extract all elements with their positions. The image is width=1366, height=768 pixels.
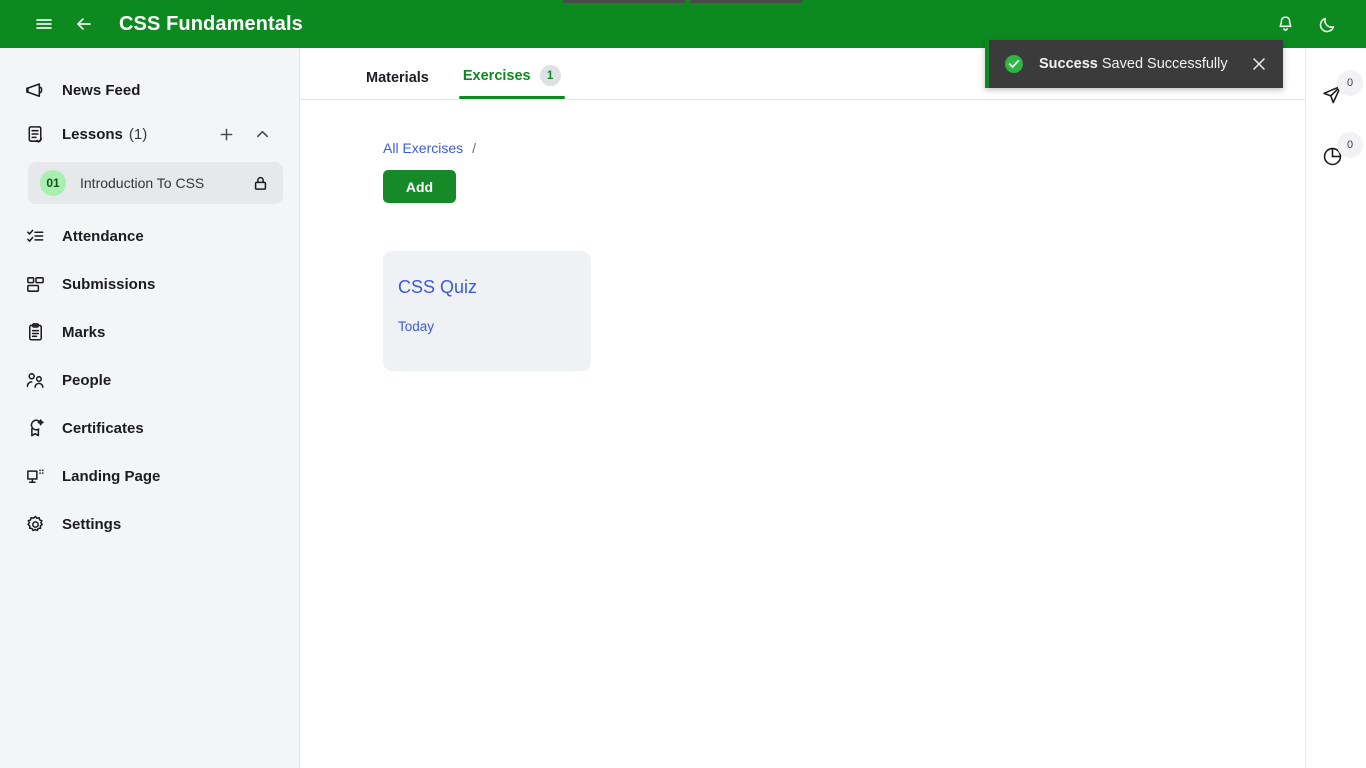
chevron-up-icon[interactable] bbox=[253, 125, 271, 143]
sidebar-item-label: Submissions bbox=[62, 276, 155, 293]
sidebar-item-label: Settings bbox=[62, 516, 121, 533]
moon-icon[interactable] bbox=[1310, 7, 1344, 41]
lessons-list-icon bbox=[24, 123, 46, 145]
sidebar-lessons-count: (1) bbox=[129, 126, 147, 143]
chart-count-badge: 0 bbox=[1337, 132, 1363, 158]
lesson-title: Introduction To CSS bbox=[80, 175, 204, 191]
breadcrumb-all-exercises[interactable]: All Exercises bbox=[383, 140, 463, 156]
breadcrumb: All Exercises / bbox=[383, 140, 1305, 156]
top-progress-segment bbox=[690, 0, 802, 3]
plus-icon[interactable] bbox=[217, 125, 235, 143]
sidebar-item-news-feed[interactable]: News Feed bbox=[0, 68, 299, 112]
award-icon bbox=[24, 417, 46, 439]
close-icon[interactable] bbox=[1249, 54, 1269, 74]
tab-materials[interactable]: Materials bbox=[362, 70, 433, 99]
users-icon bbox=[24, 369, 46, 391]
lock-icon[interactable] bbox=[252, 175, 269, 192]
gear-icon bbox=[24, 513, 46, 535]
check-circle-icon bbox=[1003, 53, 1025, 75]
pie-chart-icon[interactable]: 0 bbox=[1306, 124, 1366, 180]
sidebar-item-lessons[interactable]: Lessons (1) bbox=[0, 112, 299, 156]
toast-message: Success Saved Successfully bbox=[1039, 56, 1228, 72]
tab-count-badge: 1 bbox=[540, 65, 561, 86]
sidebar-item-certificates[interactable]: Certificates bbox=[0, 406, 299, 450]
top-progress-segment bbox=[563, 0, 685, 3]
header-right-group bbox=[1268, 7, 1366, 41]
send-plane-icon[interactable]: 0 bbox=[1306, 62, 1366, 118]
tab-label: Exercises bbox=[463, 68, 531, 84]
send-count-badge: 0 bbox=[1337, 70, 1363, 96]
success-toast: Success Saved Successfully bbox=[985, 40, 1283, 88]
exercises-panel: All Exercises / Add CSS Quiz Today bbox=[300, 100, 1305, 371]
sidebar-item-label: Marks bbox=[62, 324, 105, 341]
sidebar-item-marks[interactable]: Marks bbox=[0, 310, 299, 354]
sidebar-lessons-label: Lessons bbox=[62, 126, 123, 143]
top-progress-bar bbox=[0, 0, 1366, 4]
sidebar-item-landing-page[interactable]: Landing Page bbox=[0, 454, 299, 498]
add-button[interactable]: Add bbox=[383, 170, 456, 203]
sidebar-item-submissions[interactable]: Submissions bbox=[0, 262, 299, 306]
layout-grid-icon bbox=[24, 273, 46, 295]
sidebar-item-settings[interactable]: Settings bbox=[0, 502, 299, 546]
hamburger-menu-icon[interactable] bbox=[27, 7, 61, 41]
sidebar-item-label: News Feed bbox=[62, 82, 140, 99]
sidebar-item-label: Certificates bbox=[62, 420, 144, 437]
checklist-icon bbox=[24, 225, 46, 247]
exercise-card-date: Today bbox=[398, 319, 591, 334]
exercise-card[interactable]: CSS Quiz Today bbox=[383, 251, 591, 371]
main-content: Materials Exercises 1 All Exercises / Ad… bbox=[300, 48, 1305, 768]
lesson-list-item[interactable]: 01 Introduction To CSS bbox=[28, 162, 283, 204]
toast-title: Success bbox=[1039, 56, 1098, 72]
lesson-number-badge: 01 bbox=[40, 170, 66, 196]
header-left-group: CSS Fundamentals bbox=[0, 7, 303, 41]
sidebar: News Feed Lessons (1) 01 Introduction bbox=[0, 48, 300, 768]
clipboard-icon bbox=[24, 321, 46, 343]
sidebar-item-label: People bbox=[62, 372, 111, 389]
tab-label: Materials bbox=[366, 70, 429, 86]
exercise-card-title: CSS Quiz bbox=[398, 277, 591, 298]
toast-body: Saved Successfully bbox=[1102, 56, 1228, 72]
megaphone-icon bbox=[24, 79, 46, 101]
right-rail: 0 0 bbox=[1305, 48, 1366, 768]
bell-icon[interactable] bbox=[1268, 7, 1302, 41]
sidebar-item-people[interactable]: People bbox=[0, 358, 299, 402]
page-title: CSS Fundamentals bbox=[119, 13, 303, 36]
monitor-icon bbox=[24, 465, 46, 487]
sidebar-item-attendance[interactable]: Attendance bbox=[0, 214, 299, 258]
breadcrumb-separator: / bbox=[472, 140, 476, 156]
sidebar-item-label: Landing Page bbox=[62, 468, 160, 485]
arrow-left-icon[interactable] bbox=[67, 7, 101, 41]
tab-exercises[interactable]: Exercises 1 bbox=[459, 65, 565, 99]
lessons-actions bbox=[217, 125, 271, 143]
sidebar-item-label: Attendance bbox=[62, 228, 144, 245]
